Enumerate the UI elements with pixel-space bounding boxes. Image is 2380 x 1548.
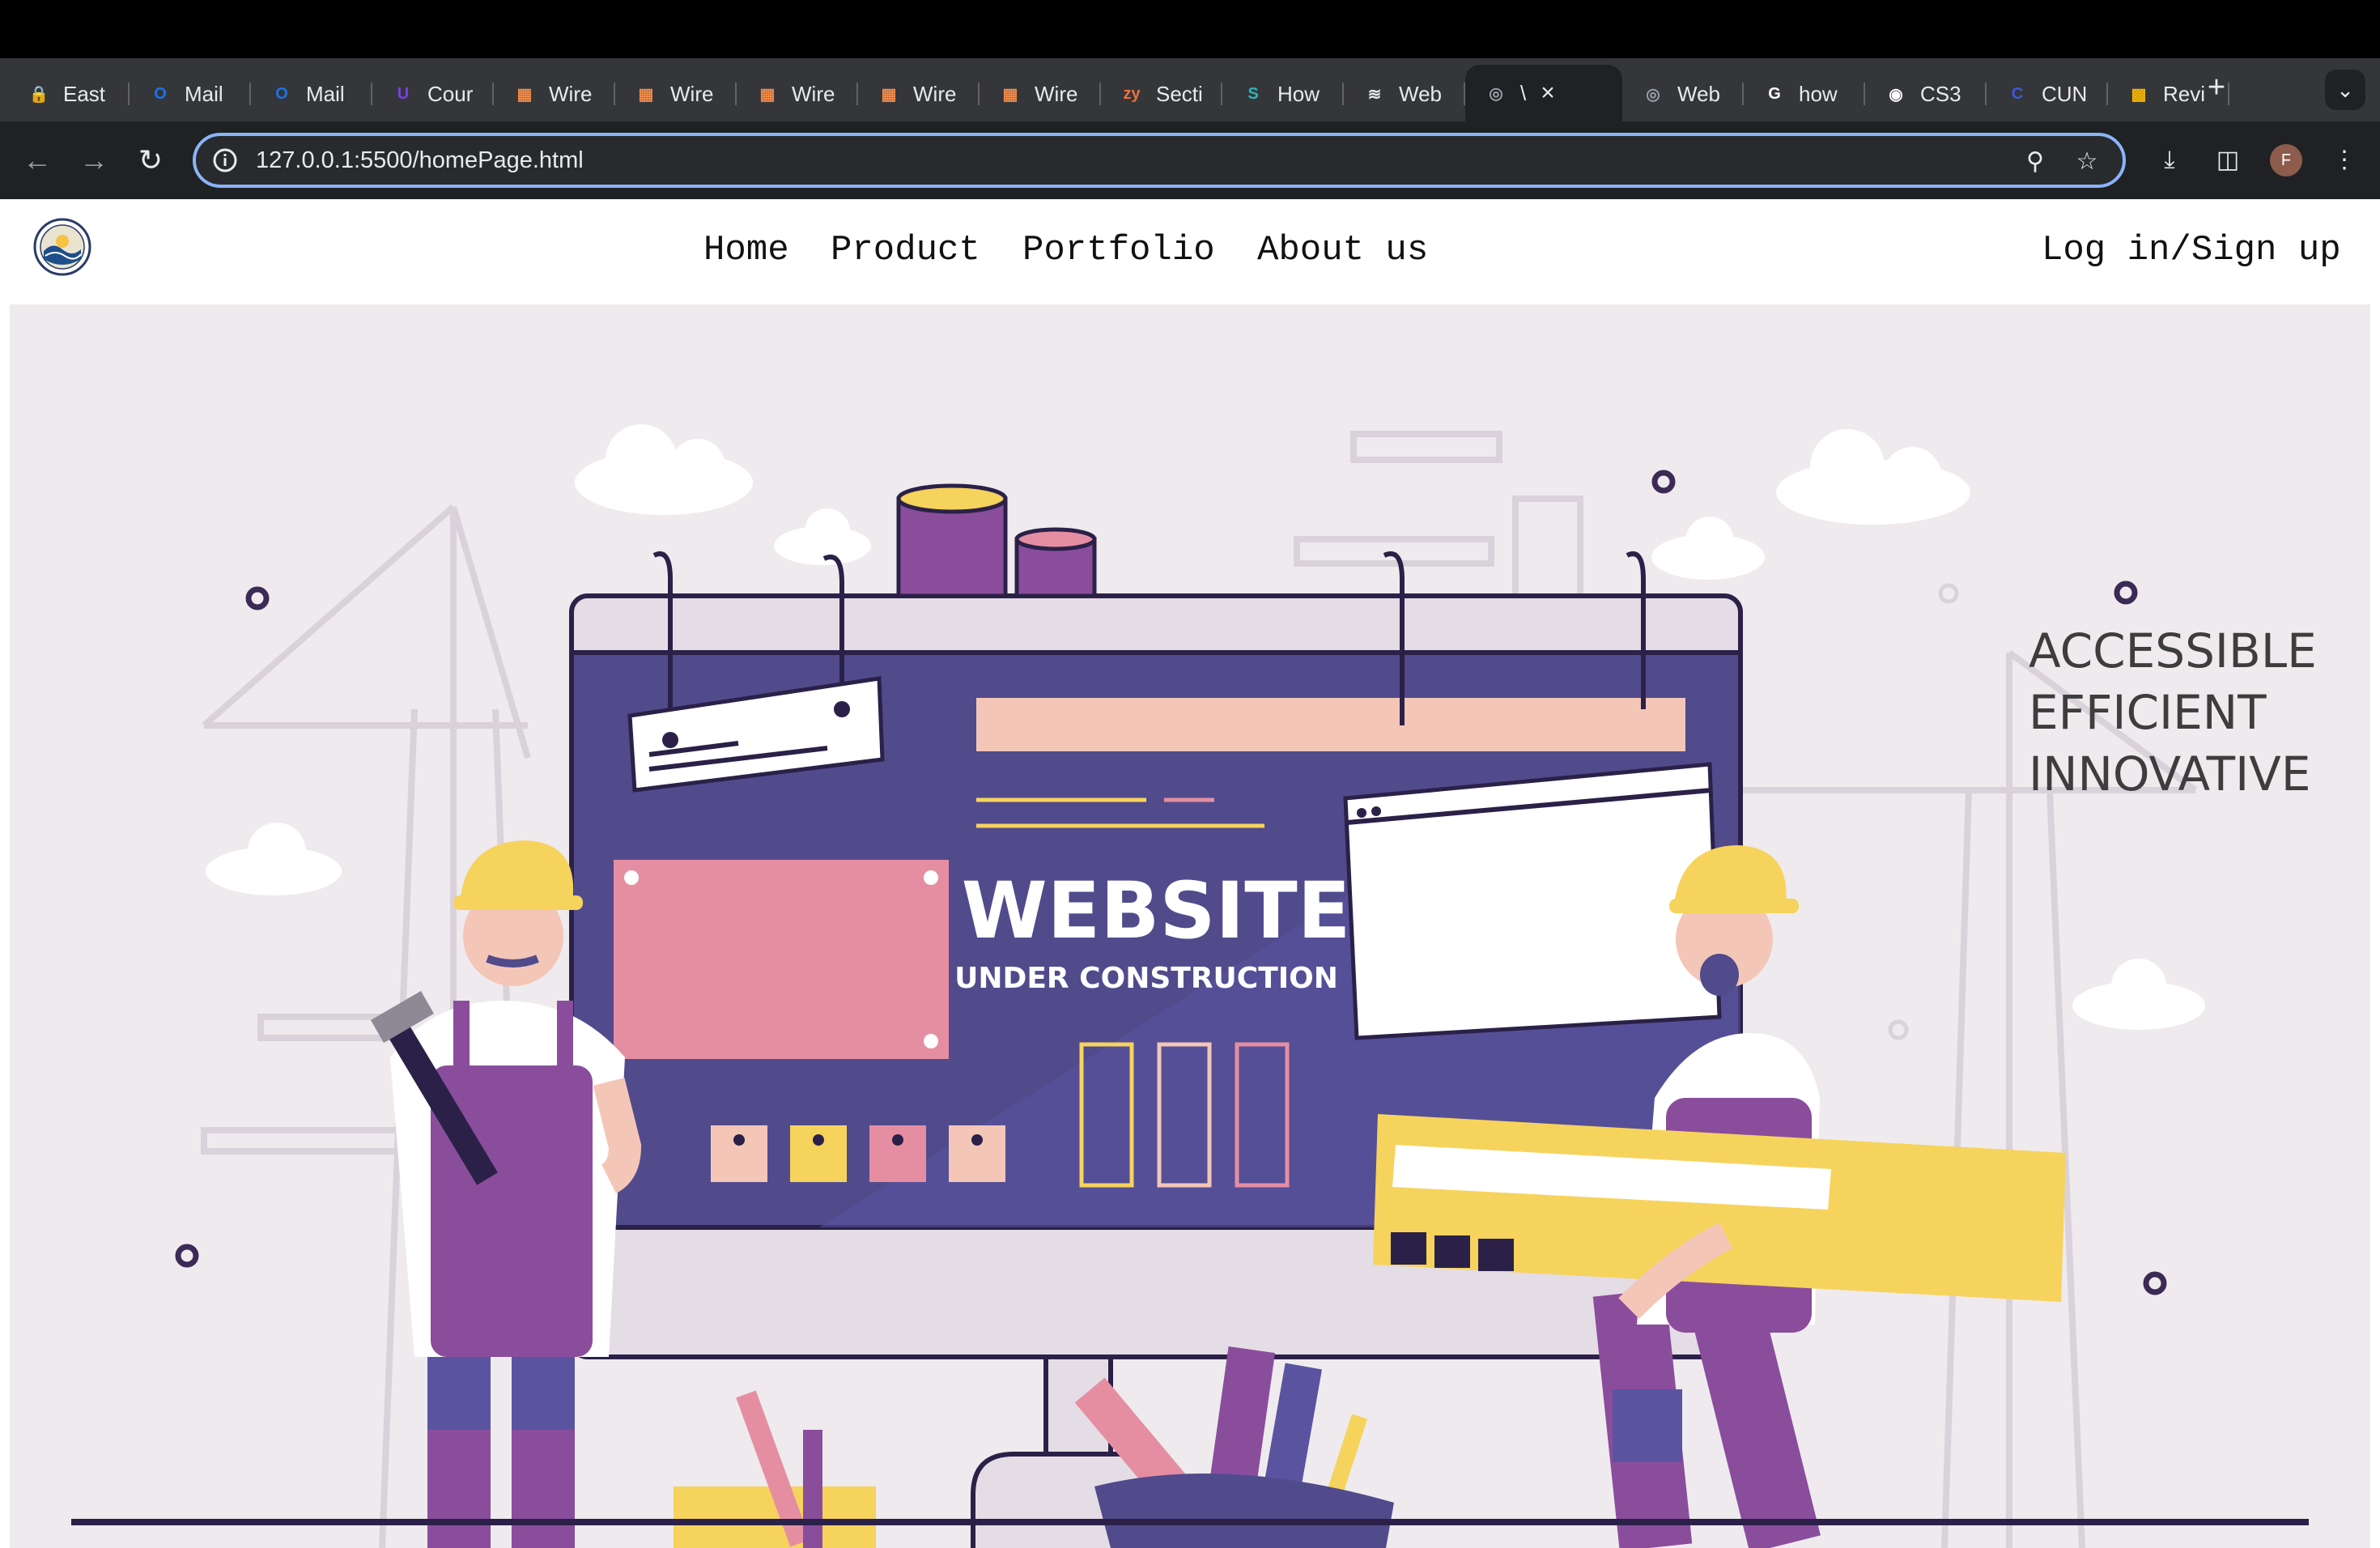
globe-icon: ◎ xyxy=(1489,84,1503,103)
tab-label: Web xyxy=(1677,81,1720,106)
s-icon: S xyxy=(1247,84,1259,103)
wireframe-icon: ▦ xyxy=(1002,85,1018,104)
tab-label: Cour xyxy=(427,81,474,106)
wireframe-icon: ▦ xyxy=(759,85,776,104)
site-header: Home Product Portfolio About us Log in/S… xyxy=(0,199,2380,304)
back-arrow-icon[interactable]: ← xyxy=(18,141,57,180)
hero-subtitle: UNDER CONSTRUCTION xyxy=(954,962,1338,995)
browser-tab[interactable]: zy Secti xyxy=(1101,70,1222,118)
close-tab-icon[interactable]: × xyxy=(1541,79,1555,107)
site-info-icon[interactable] xyxy=(210,146,240,175)
outlook-icon: O xyxy=(275,84,288,103)
reload-icon[interactable]: ↻ xyxy=(131,141,170,180)
wireframe-icon: ▦ xyxy=(881,85,897,104)
browser-tab[interactable]: U Cour xyxy=(372,70,494,118)
chart-icon: ▩ xyxy=(2131,85,2147,104)
zybooks-icon: zy xyxy=(1123,84,1141,103)
browser-tab[interactable]: O Mail xyxy=(251,70,372,118)
tab-label: \ xyxy=(1520,80,1527,105)
wireframe-icon: ▦ xyxy=(516,85,533,104)
zoom-icon[interactable]: ⚲ xyxy=(2019,146,2051,178)
cuny-icon: C xyxy=(2011,84,2024,103)
tab-separator xyxy=(2228,83,2229,105)
globe-icon: ◎ xyxy=(1646,85,1660,104)
tagline-line-1: ACCESSIBLE xyxy=(2029,623,2317,678)
browser-tab[interactable]: ≋ Web xyxy=(1344,70,1465,118)
google-icon: G xyxy=(1768,84,1781,103)
tab-label: How xyxy=(1277,81,1320,106)
outlook-icon: O xyxy=(154,84,167,103)
browser-tab[interactable]: 🔒 East xyxy=(8,70,130,118)
tab-label: Wire xyxy=(913,81,957,106)
bookmark-star-icon[interactable]: ☆ xyxy=(2071,146,2103,178)
tagline-line-3: INNOVATIVE xyxy=(2029,746,2311,802)
tagline-line-2: EFFICIENT xyxy=(2029,685,2267,740)
window-titlebar xyxy=(0,0,2380,58)
logo-icon[interactable] xyxy=(32,217,92,277)
profile-avatar[interactable]: F xyxy=(2270,144,2302,176)
tab-label: CUN xyxy=(2042,81,2088,106)
wireframe-icon: ▦ xyxy=(638,85,654,104)
browser-tab[interactable]: ◎ Web xyxy=(1622,70,1744,118)
hero-title: WEBSITE xyxy=(962,865,1351,956)
nav-login-link[interactable]: Log in/Sign up xyxy=(2042,230,2341,270)
tab-label: Wire xyxy=(670,81,714,106)
squarespace-icon: ≋ xyxy=(1367,85,1382,104)
nav-home-link[interactable]: Home xyxy=(703,230,789,270)
tab-label: Web xyxy=(1399,81,1442,106)
browser-tab[interactable]: ◎ \ × xyxy=(1465,65,1622,121)
tagline: ACCESSIBLE EFFICIENT INNOVATIVE xyxy=(2029,620,2317,805)
tab-label: Wire xyxy=(549,81,593,106)
download-icon[interactable]: ⤓ xyxy=(2152,142,2187,178)
web-page: Home Product Portfolio About us Log in/S… xyxy=(0,199,2380,1548)
url-text[interactable]: 127.0.0.1:5500/homePage.html xyxy=(256,147,584,174)
browser-tab[interactable]: Ghow xyxy=(1744,70,1865,118)
tab-label: Secti xyxy=(1156,81,1203,106)
github-icon: ◉ xyxy=(1889,85,1903,104)
course-icon: U xyxy=(397,84,410,103)
browser-tab[interactable]: ▩ Revi xyxy=(2108,70,2229,118)
tab-label: Wire xyxy=(792,81,835,106)
tab-label: Mail xyxy=(306,81,345,106)
browser-tab[interactable]: ▦ Wire xyxy=(494,70,615,118)
tab-label: how xyxy=(1799,81,1838,106)
tab-label: Revi xyxy=(2163,81,2206,106)
browser-tab[interactable]: S How xyxy=(1222,70,1344,118)
tab-search-chevron-icon[interactable]: ⌄ xyxy=(2325,70,2365,110)
nav-portfolio-link[interactable]: Portfolio xyxy=(1022,230,1215,270)
tab-label: Wire xyxy=(1035,81,1078,106)
paint-cans xyxy=(896,483,1097,598)
nav-about-link[interactable]: About us xyxy=(1257,230,1428,270)
browser-tab[interactable]: ▦ Wire xyxy=(858,70,980,118)
lock-icon: 🔒 xyxy=(28,85,49,104)
browser-tab[interactable]: ▦ Wire xyxy=(980,70,1101,118)
browser-tab[interactable]: C CUN xyxy=(1987,70,2108,118)
menu-kebab-icon[interactable]: ⋮ xyxy=(2327,142,2362,178)
browser-tab[interactable]: ◉ CS3 xyxy=(1865,70,1987,118)
nav-product-link[interactable]: Product xyxy=(831,230,980,270)
browser-tab[interactable]: O Mail xyxy=(130,70,251,118)
address-bar[interactable]: 127.0.0.1:5500/homePage.html ⚲ ☆ xyxy=(193,133,2126,188)
side-panel-icon[interactable]: ◫ xyxy=(2210,142,2246,178)
browser-tab[interactable]: ▦ Wire xyxy=(615,70,737,118)
forward-arrow-icon[interactable]: → xyxy=(74,141,113,180)
tab-label: CS3 xyxy=(1920,81,1961,106)
under-construction-illustration: WEBSITE UNDER CONSTRUCTION xyxy=(71,424,2309,1548)
tab-label: Mail xyxy=(185,81,223,106)
tab-label: East xyxy=(63,81,106,106)
browser-toolbar: ← → ↻ 127.0.0.1:5500/homePage.html ⚲ ☆ ⤓… xyxy=(0,121,2380,199)
browser-tab[interactable]: ▦ Wire xyxy=(737,70,858,118)
hero-illustration: WEBSITE UNDER CONSTRUCTION ACCESSIBLE EF… xyxy=(10,304,2370,1548)
